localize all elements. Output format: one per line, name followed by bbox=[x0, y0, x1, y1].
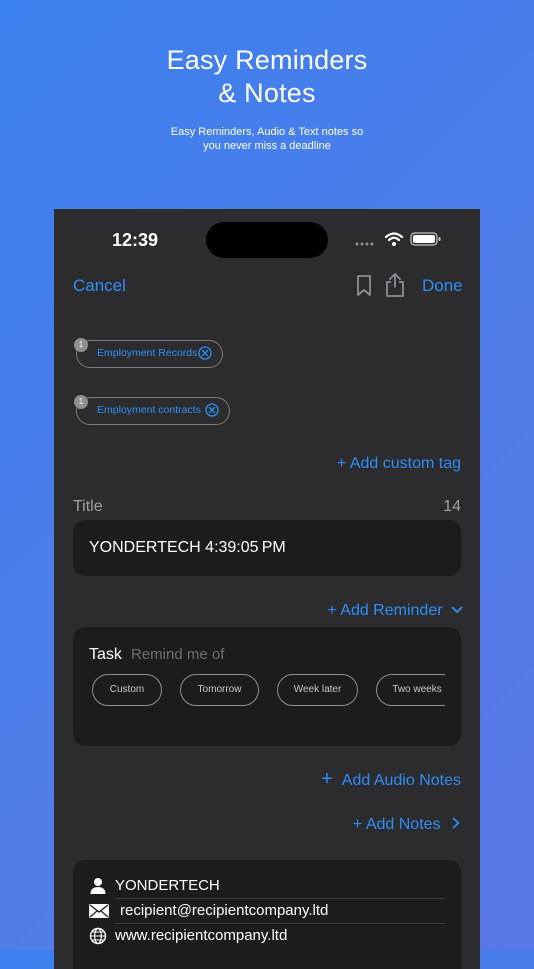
add-audio-notes-button[interactable]: + Add Audio Notes bbox=[321, 768, 461, 791]
tag-count-badge: 1 bbox=[74, 338, 88, 352]
add-reminder-label: + Add Reminder bbox=[327, 602, 443, 619]
subline-line-2: you never miss a deadline bbox=[203, 140, 331, 152]
remove-tag-icon[interactable] bbox=[198, 346, 212, 360]
wifi-icon bbox=[384, 232, 404, 246]
globe-icon bbox=[89, 927, 107, 945]
add-notes-button[interactable]: + Add Notes bbox=[353, 816, 461, 834]
tag-label: Employment Records bbox=[97, 347, 198, 359]
add-custom-tag-button[interactable]: + Add custom tag bbox=[337, 455, 461, 473]
chip-custom[interactable]: Custom bbox=[92, 674, 162, 706]
headline-line-1: Easy Reminders bbox=[166, 45, 368, 75]
contact-website: www.recipientcompany.ltd bbox=[115, 927, 288, 944]
plus-icon: + bbox=[321, 768, 333, 790]
envelope-icon bbox=[89, 904, 109, 918]
cancel-button[interactable]: Cancel bbox=[73, 276, 126, 296]
tag-chip[interactable]: 1 Employment contracts bbox=[74, 395, 230, 425]
contact-name: YONDERTECH bbox=[115, 877, 220, 894]
chip-week-later[interactable]: Week later bbox=[277, 674, 358, 706]
tag-chip[interactable]: 1 Employment Records bbox=[74, 338, 223, 368]
task-card: Task Remind me of Custom Tomorrow Week l… bbox=[73, 627, 461, 746]
title-label: Title bbox=[73, 498, 103, 515]
bookmark-icon[interactable] bbox=[355, 274, 373, 298]
add-audio-notes-label: Add Audio Notes bbox=[341, 772, 461, 789]
share-icon[interactable] bbox=[384, 271, 406, 298]
contact-website-row[interactable]: www.recipientcompany.ltd bbox=[89, 924, 445, 948]
add-reminder-button[interactable]: + Add Reminder bbox=[327, 602, 463, 620]
promo-subline: Easy Reminders, Audio & Text notes so yo… bbox=[0, 125, 534, 153]
title-char-count: 14 bbox=[443, 498, 461, 515]
battery-icon bbox=[410, 232, 441, 246]
headline-line-2: & Notes bbox=[218, 78, 316, 108]
signal-dots-icon bbox=[355, 242, 374, 246]
chevron-right-icon bbox=[452, 817, 460, 829]
contact-name-row[interactable]: YONDERTECH bbox=[89, 874, 445, 898]
person-icon bbox=[90, 878, 106, 894]
contact-email-row[interactable]: recipient@recipientcompany.ltd bbox=[89, 899, 445, 923]
chip-tomorrow[interactable]: Tomorrow bbox=[180, 674, 259, 706]
phone-screen: 12:39 Cancel Done 1 Employment Records 1… bbox=[54, 209, 480, 969]
title-field[interactable]: YONDERTECH 4:39:05 PM bbox=[73, 520, 461, 576]
subline-line-1: Easy Reminders, Audio & Text notes so bbox=[170, 126, 364, 138]
contact-email: recipient@recipientcompany.ltd bbox=[120, 902, 329, 919]
status-time: 12:39 bbox=[112, 230, 159, 250]
reminder-chips: Custom Tomorrow Week later Two weeks bbox=[73, 627, 445, 746]
chip-two-weeks[interactable]: Two weeks bbox=[376, 674, 445, 706]
dynamic-island bbox=[206, 222, 328, 258]
chevron-down-icon bbox=[451, 606, 463, 613]
add-notes-label: + Add Notes bbox=[352, 816, 441, 833]
tag-label: Employment contracts bbox=[97, 404, 201, 416]
remove-tag-icon[interactable] bbox=[205, 403, 219, 417]
promo-headline: Easy Reminders & Notes bbox=[0, 44, 534, 110]
tag-count-badge: 1 bbox=[74, 395, 88, 409]
status-icons bbox=[354, 231, 444, 247]
done-button[interactable]: Done bbox=[422, 276, 463, 296]
title-value: YONDERTECH 4:39:05 PM bbox=[89, 539, 286, 556]
contact-card: YONDERTECH recipient@recipientcompany.lt… bbox=[73, 860, 461, 969]
